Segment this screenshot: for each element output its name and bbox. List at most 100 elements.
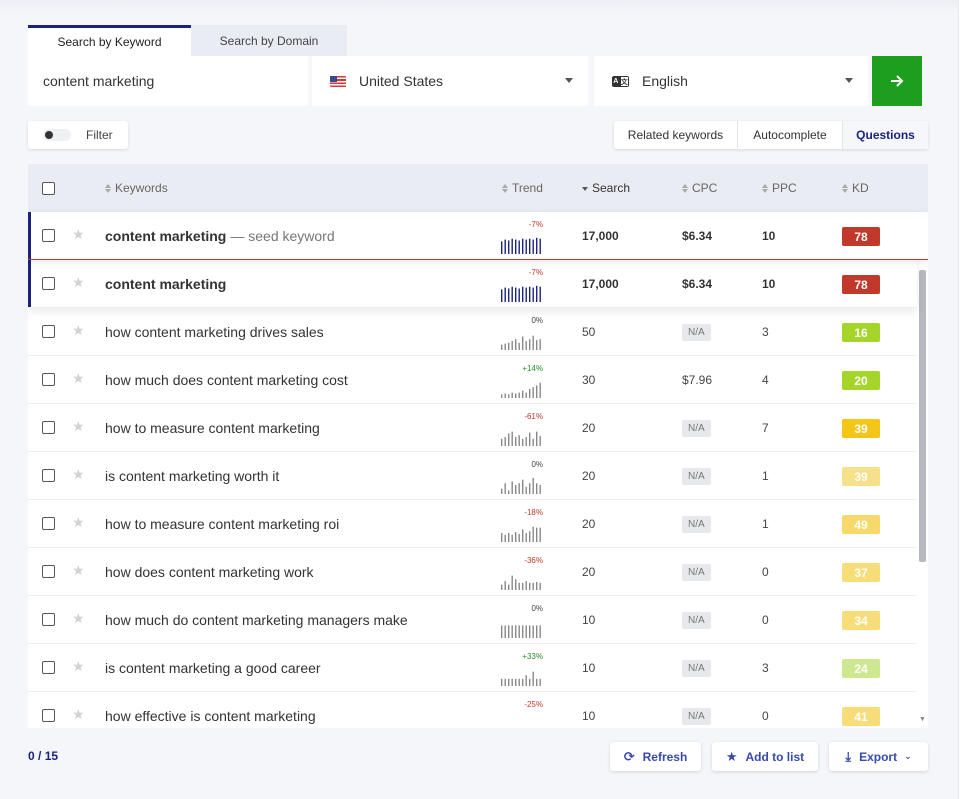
keyword-cell[interactable]: how much do content marketing managers m… <box>105 596 408 644</box>
star-icon[interactable]: ★ <box>72 514 85 531</box>
table-row[interactable]: ★ content marketing -7% 17,000 $6.34 10 78 <box>28 260 917 308</box>
search-volume: 10 <box>582 709 596 723</box>
row-checkbox[interactable] <box>42 421 55 434</box>
cpc-value: N/A <box>682 308 711 356</box>
trend-bar <box>515 485 517 494</box>
row-checkbox[interactable] <box>42 613 55 626</box>
autocomplete-button[interactable]: Autocomplete <box>738 121 843 149</box>
trend-bar <box>529 286 531 302</box>
trend-bar <box>518 678 520 686</box>
seed-suffix: — seed keyword <box>230 228 335 244</box>
star-icon[interactable]: ★ <box>72 322 85 339</box>
keyword-cell[interactable]: how to measure content marketing <box>105 404 320 452</box>
table-row[interactable]: ★ is content marketing a good career +33% 1… <box>28 644 917 692</box>
search-go-button[interactable] <box>872 56 922 106</box>
add-to-list-button[interactable]: ★ Add to list <box>712 742 818 771</box>
export-button[interactable]: ⤓ Export ⌄ <box>829 742 928 771</box>
trend-bar <box>515 239 517 254</box>
table-row[interactable]: ★ how much do content marketing managers … <box>28 596 917 644</box>
trend-bar <box>501 289 503 302</box>
trend-sparkline <box>501 575 541 590</box>
tab-search-by-keyword[interactable]: Search by Keyword <box>28 25 191 56</box>
keyword-cell[interactable]: content marketing — seed keyword <box>105 212 335 260</box>
table-row[interactable]: ★ how content marketing drives sales 0% 50 N… <box>28 308 917 356</box>
keyword-cell[interactable]: is content marketing worth it <box>105 452 279 500</box>
star-icon[interactable]: ★ <box>72 610 85 627</box>
star-icon[interactable]: ★ <box>72 706 85 723</box>
keyword-cell[interactable]: how does content marketing work <box>105 548 314 596</box>
filter-toggle[interactable]: Filter <box>28 121 128 149</box>
col-ppc[interactable]: PPC <box>762 164 797 212</box>
row-checkbox[interactable] <box>42 661 55 674</box>
seed-keyword-row[interactable]: ★ content marketing — seed keyword -7% 17… <box>28 212 928 260</box>
scrollbar-thumb[interactable] <box>919 270 926 562</box>
keyword-cell[interactable]: content marketing <box>105 260 226 308</box>
ppc-value: 4 <box>762 373 769 387</box>
row-checkbox[interactable] <box>42 469 55 482</box>
trend-bar <box>518 392 520 398</box>
star-icon[interactable]: ★ <box>72 658 85 675</box>
table-row[interactable]: ★ how effective is content marketing -25% 1… <box>28 692 917 728</box>
language-label: English <box>642 73 688 89</box>
kd-badge: 39 <box>842 419 880 438</box>
star-icon[interactable]: ★ <box>72 226 85 243</box>
col-keywords[interactable]: Keywords <box>105 164 168 212</box>
star-icon[interactable]: ★ <box>72 274 85 291</box>
keyword-source-segmented: Related keywords Autocomplete Questions <box>614 121 928 149</box>
trend-sparkline <box>501 335 541 350</box>
refresh-button[interactable]: ⟳ Refresh <box>610 742 701 771</box>
star-icon[interactable]: ★ <box>72 562 85 579</box>
table-row[interactable]: ★ how much does content marketing cost +14… <box>28 356 917 404</box>
language-select[interactable]: A文 English <box>594 56 868 106</box>
trend-percent: +33% <box>522 652 543 661</box>
keyword-cell[interactable]: how effective is content marketing <box>105 692 316 728</box>
keyword-cell[interactable]: is content marketing a good career <box>105 644 321 692</box>
row-checkbox[interactable] <box>42 373 55 386</box>
col-cpc[interactable]: CPC <box>682 164 717 212</box>
col-trend[interactable]: Trend <box>502 164 543 212</box>
scroll-down-arrow-icon[interactable]: ▼ <box>919 716 926 723</box>
row-checkbox[interactable] <box>42 229 55 242</box>
star-icon[interactable]: ★ <box>72 466 85 483</box>
select-all-checkbox[interactable] <box>42 182 55 195</box>
cpc-value: N/A <box>682 692 711 728</box>
related-keywords-button[interactable]: Related keywords <box>614 121 738 149</box>
trend-bar <box>515 625 517 638</box>
toggle-switch[interactable] <box>43 129 71 141</box>
row-checkbox[interactable] <box>42 517 55 530</box>
row-checkbox[interactable] <box>42 277 55 290</box>
table-row[interactable]: ★ how to measure content marketing roi -18… <box>28 500 917 548</box>
trend-bar <box>504 393 506 398</box>
keyword-cell[interactable]: how much does content marketing cost <box>105 356 348 404</box>
na-badge: N/A <box>682 563 711 581</box>
download-icon: ⤓ <box>845 748 852 764</box>
table-row[interactable]: ★ is content marketing worth it 0% 20 N/A 1 39 <box>28 452 917 500</box>
tab-search-by-domain[interactable]: Search by Domain <box>191 25 347 56</box>
trend-percent: -7% <box>528 220 543 229</box>
table-row[interactable]: ★ how to measure content marketing -61% 20 N… <box>28 404 917 452</box>
trend-sparkline <box>501 431 541 446</box>
row-checkbox[interactable] <box>42 325 55 338</box>
table-row[interactable]: ★ how does content marketing work -36% 20 N/… <box>28 548 917 596</box>
trend-bar <box>515 339 517 350</box>
trend-bar <box>518 582 520 590</box>
row-checkbox[interactable] <box>42 565 55 578</box>
trend-bar <box>522 479 524 494</box>
trend-bar <box>508 433 510 446</box>
keyword-input[interactable] <box>28 56 308 106</box>
trend-bar <box>522 438 524 446</box>
trend-bar <box>532 625 534 638</box>
chevron-down-icon <box>845 78 853 83</box>
row-checkbox[interactable] <box>42 709 55 722</box>
keyword-cell[interactable]: how content marketing drives sales <box>105 308 324 356</box>
star-icon[interactable]: ★ <box>72 418 85 435</box>
trend-bar <box>518 240 520 254</box>
questions-button[interactable]: Questions <box>843 121 928 149</box>
country-select[interactable]: United States <box>312 56 588 106</box>
add-to-list-label: Add to list <box>745 749 805 764</box>
search-volume: 20 <box>582 469 596 483</box>
star-icon[interactable]: ★ <box>72 370 85 387</box>
keyword-cell[interactable]: how to measure content marketing roi <box>105 500 339 548</box>
col-kd[interactable]: KD <box>842 164 869 212</box>
col-search[interactable]: Search <box>582 164 630 212</box>
